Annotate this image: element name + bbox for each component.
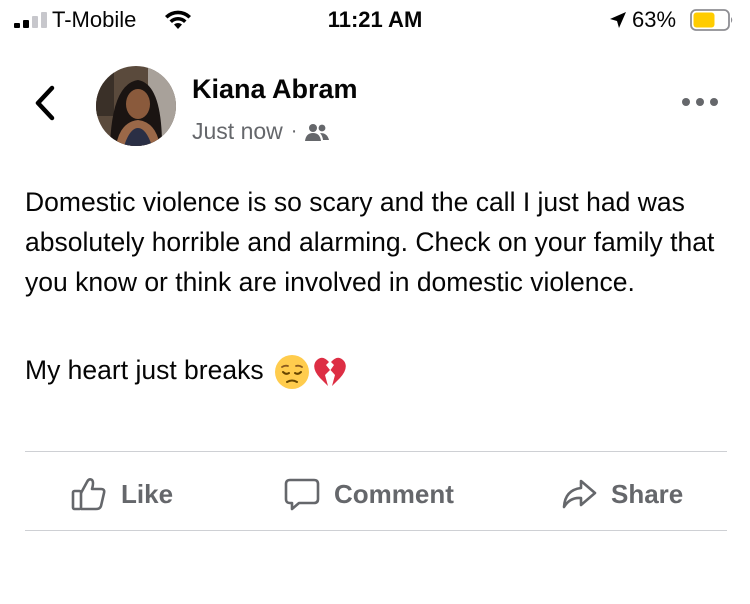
emoji-row bbox=[274, 354, 350, 390]
share-arrow-icon bbox=[562, 479, 597, 509]
post-paragraph-closing: My heart just breaks bbox=[25, 350, 725, 390]
author-name[interactable]: Kiana Abram bbox=[192, 74, 358, 105]
comment-button[interactable]: Comment bbox=[284, 472, 454, 516]
post-body: Domestic violence is so scary and the ca… bbox=[25, 182, 725, 390]
battery-icon bbox=[690, 9, 733, 31]
broken-heart-emoji-icon bbox=[313, 357, 346, 386]
back-chevron-icon[interactable] bbox=[30, 82, 60, 124]
comment-bubble-icon bbox=[284, 478, 320, 511]
avatar[interactable] bbox=[96, 66, 176, 146]
thumbs-up-icon bbox=[71, 478, 106, 511]
pensive-face-emoji-icon bbox=[274, 355, 309, 389]
post-paragraph: Domestic violence is so scary and the ca… bbox=[25, 187, 715, 297]
comment-label: Comment bbox=[334, 478, 454, 509]
friends-icon bbox=[305, 123, 330, 141]
like-button[interactable]: Like bbox=[71, 472, 173, 516]
post-closing-text: My heart just breaks bbox=[25, 355, 264, 385]
post-timestamp[interactable]: Just now bbox=[192, 118, 283, 145]
status-bar: T-Mobile 11:21 AM 63% bbox=[0, 0, 750, 44]
location-arrow-icon bbox=[610, 12, 626, 28]
profile-photo bbox=[96, 66, 176, 146]
divider-bottom bbox=[25, 530, 727, 531]
more-options-icon[interactable] bbox=[680, 95, 720, 109]
post-meta: Just now · bbox=[192, 118, 330, 145]
share-label: Share bbox=[611, 478, 684, 509]
divider-top bbox=[25, 451, 727, 452]
like-label: Like bbox=[121, 478, 174, 509]
share-button[interactable]: Share bbox=[561, 472, 683, 516]
meta-separator: · bbox=[290, 120, 298, 142]
battery-percent: 63% bbox=[632, 7, 677, 32]
